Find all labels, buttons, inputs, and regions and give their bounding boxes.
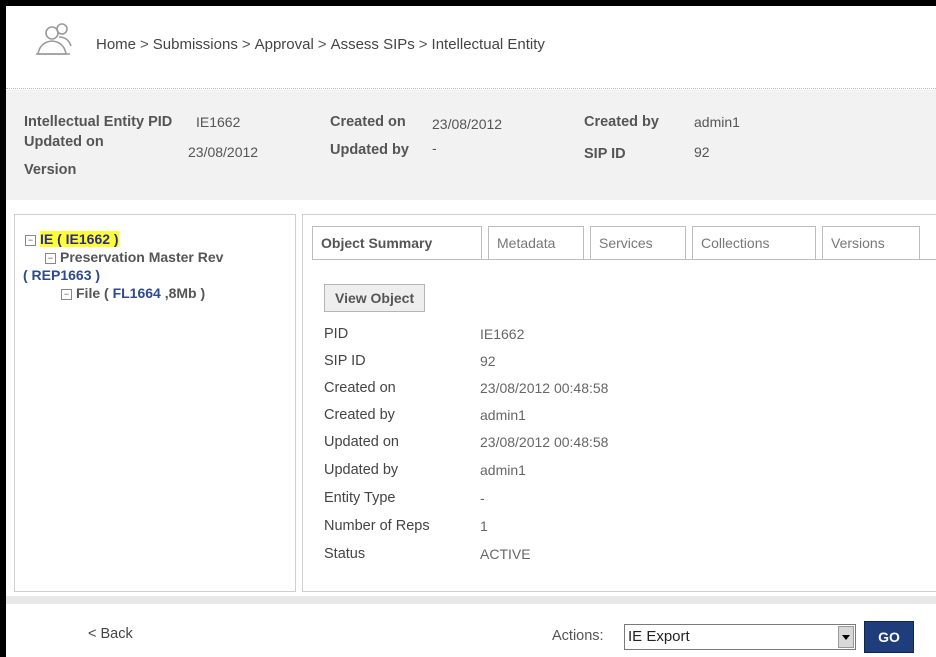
tab-object-summary[interactable]: Object Summary [312,226,482,260]
tree-node-file-id[interactable]: FL1664 [113,285,161,301]
tree-node-file[interactable]: − File ( FL1664 ,8Mb ) [61,285,205,301]
structure-tree-panel: − IE ( IE1662 ) − Preservation Master Rev … [14,214,296,592]
breadcrumb-approval[interactable]: Approval [255,36,314,53]
summary-value: 23/08/2012 00:48:58 [480,434,609,450]
summary-label: Entity Type [324,490,396,506]
breadcrumb: Home > Submissions > Approval > Assess SIPs > In… [96,36,545,53]
dropdown-arrow-icon[interactable] [838,626,854,648]
back-link[interactable]: < Back [88,626,133,642]
page-header: Home > Submissions > Approval > Assess SIPs > In… [6,6,936,88]
sip-id-value: 92 [694,144,710,160]
tree-node-ie-label[interactable]: IE ( IE1662 ) [40,231,119,247]
created-on-value: 23/08/2012 [432,116,503,132]
summary-label: PID [324,326,349,342]
breadcrumb-submissions[interactable]: Submissions [153,36,238,53]
collapse-toggle-icon[interactable]: − [25,235,36,246]
breadcrumb-home[interactable]: Home [96,36,136,53]
entity-info-panel: Intellectual Entity PID IE1662 Updated o… [6,90,936,200]
summary-value: 23/08/2012 00:48:58 [480,380,609,396]
footer-divider [6,596,936,604]
created-on-label: Created on [330,114,406,130]
summary-value: - [480,490,485,506]
summary-label: Created on [324,380,396,396]
tab-strip-line [312,259,936,260]
summary-value: 1 [480,518,488,534]
ie-pid-value: IE1662 [196,114,241,130]
summary-value: admin1 [480,407,526,423]
breadcrumb-intellectual-entity: Intellectual Entity [431,36,545,53]
summary-label: Updated by [324,462,399,478]
users-icon [36,23,72,55]
summary-label: Created by [324,407,395,423]
go-button[interactable]: GO [864,621,914,653]
object-panel [302,214,936,592]
summary-label: Updated on [324,434,399,450]
tab-services[interactable]: Services [590,226,686,260]
actions-select[interactable]: IE Export [624,624,856,650]
collapse-toggle-icon[interactable]: − [61,289,72,300]
view-object-button[interactable]: View Object [324,284,426,312]
collapse-toggle-icon[interactable]: − [45,253,56,264]
tree-node-file-prefix: File ( [76,285,109,301]
summary-value: IE1662 [480,326,525,342]
tab-metadata[interactable]: Metadata [488,226,584,260]
tree-node-ie[interactable]: − IE ( IE1662 ) [25,231,119,247]
summary-label: Number of Reps [324,518,430,534]
updated-on-label: Updated on [24,134,104,150]
created-by-label: Created by [584,114,659,130]
summary-label: Status [324,546,366,562]
created-by-value: admin1 [694,114,740,130]
updated-by-label: Updated by [330,142,409,158]
summary-value: 92 [480,353,496,369]
breadcrumb-separator: > [418,36,428,53]
tree-node-file-suffix: ,8Mb ) [164,285,206,301]
breadcrumb-assess-sips[interactable]: Assess SIPs [331,36,415,53]
tree-node-rep-label[interactable]: Preservation Master Rev [60,249,223,265]
updated-by-value: - [432,140,437,156]
tab-versions[interactable]: Versions [822,226,920,260]
summary-label: SIP ID [324,353,366,369]
version-label: Version [24,162,77,178]
breadcrumb-separator: > [241,36,251,53]
actions-label: Actions: [552,628,604,644]
tree-node-representation[interactable]: − Preservation Master Rev [45,249,223,265]
updated-on-value: 23/08/2012 [188,144,259,160]
tab-collections[interactable]: Collections [692,226,816,260]
breadcrumb-separator: > [140,36,149,53]
actions-selected-value: IE Export [628,628,690,645]
sip-id-label: SIP ID [584,146,626,162]
summary-value: admin1 [480,462,526,478]
breadcrumb-separator: > [317,36,327,53]
tree-node-rep-id[interactable]: ( REP1663 ) [23,267,100,283]
ie-pid-label: Intellectual Entity PID [24,114,173,130]
summary-value: ACTIVE [480,546,531,562]
